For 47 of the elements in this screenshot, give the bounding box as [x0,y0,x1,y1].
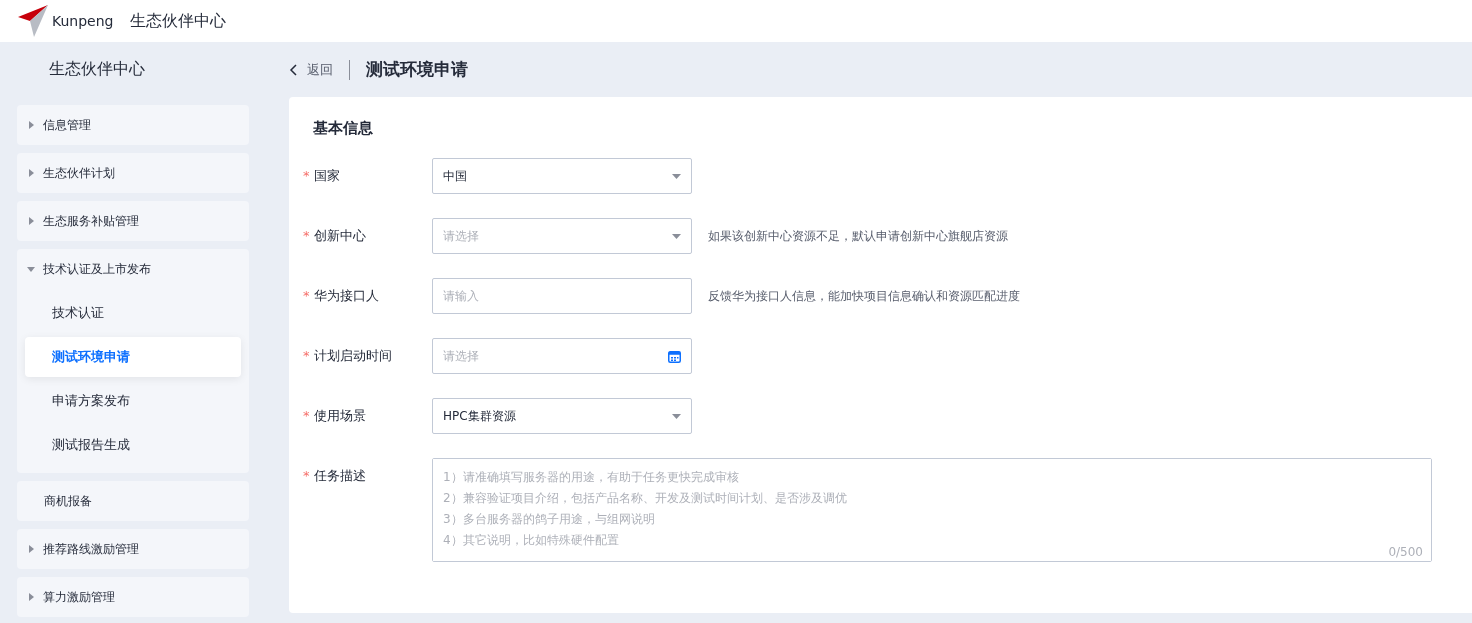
input-field[interactable]: 请输入 [432,278,692,314]
menu-group-item[interactable]: 推荐路线激励管理 [17,529,249,569]
field-label: 使用场景 [313,407,366,425]
menu-group-item[interactable]: 算力激励管理 [17,577,249,617]
caret-icon [27,121,35,129]
caret-icon [27,265,35,273]
caret-icon [27,169,35,177]
submenu-item[interactable]: 申请方案发布 [25,381,241,421]
required-mark: * [303,167,310,185]
field-label: 任务描述 [313,467,366,485]
field-label: 国家 [313,167,340,185]
required-mark: * [303,467,310,485]
menu-group-item[interactable]: 信息管理 [17,105,249,145]
menu-group-item[interactable]: 技术认证及上市发布 [17,249,249,289]
back-link[interactable]: 返回 [289,60,333,79]
required-mark: * [303,227,310,245]
chevron-left-icon [289,63,297,76]
required-mark: * [303,287,310,305]
submenu-item[interactable]: 测试环境申请 [25,337,241,377]
caret-icon [27,217,35,225]
menu-item[interactable]: 商机报备 [17,481,249,521]
field-hint: 反馈华为接口人信息，能加快项目信息确认和资源匹配进度 [708,288,1020,305]
required-mark: * [303,407,310,425]
caret-icon [27,593,35,601]
field-label: 华为接口人 [313,287,379,305]
calendar-icon [668,349,681,363]
required-mark: * [303,347,310,365]
section-title: 基本信息 [313,119,374,138]
dropdown-caret-icon [672,233,681,239]
sidebar-title: 生态伙伴中心 [48,58,146,80]
menu-group-item[interactable]: 生态伙伴计划 [17,153,249,193]
menu-group-item[interactable]: 生态服务补贴管理 [17,201,249,241]
submenu-item[interactable]: 测试报告生成 [25,425,241,465]
select-field[interactable]: HPC集群资源 [432,398,692,434]
dropdown-caret-icon [672,173,681,179]
page-title: 测试环境申请 [366,58,468,81]
field-label: 计划启动时间 [313,347,392,365]
header-title: 生态伙伴中心 [129,10,226,32]
brand-name: Kunpeng [52,13,114,29]
submenu-item[interactable]: 技术认证 [25,293,241,333]
dropdown-caret-icon [672,413,681,419]
field-hint: 如果该创新中心资源不足，默认申请创新中心旗舰店资源 [708,228,1008,245]
char-counter: 0/500 [1388,545,1423,559]
logo-icon [18,5,48,37]
caret-icon [27,545,35,553]
select-field[interactable]: 中国 [432,158,692,194]
field-label: 创新中心 [313,227,366,245]
